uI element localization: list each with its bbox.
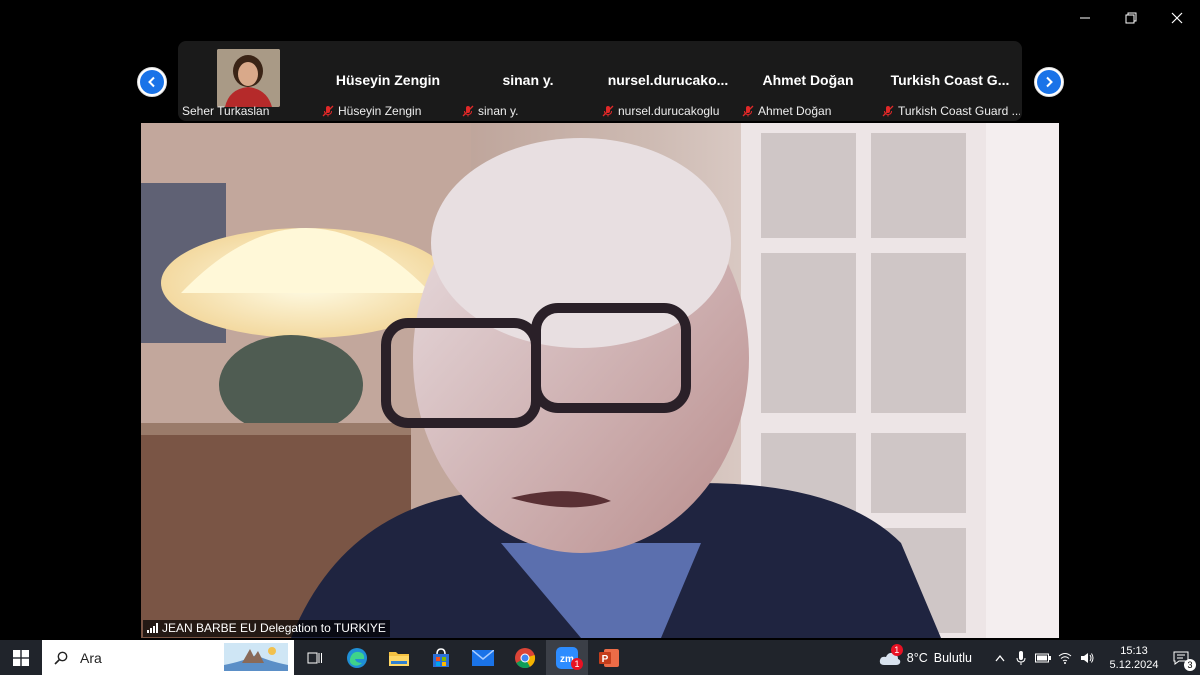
speaker-name: JEAN BARBE EU Delegation to TURKIYE xyxy=(162,621,386,635)
participant-tile[interactable]: sinan y. sinan y. xyxy=(458,41,598,121)
taskbar-app-edge[interactable] xyxy=(336,640,378,675)
participant-footer-name: Hüseyin Zengin xyxy=(338,104,422,118)
participant-footer: Seher Turkaslan xyxy=(182,104,316,118)
taskbar-app-chrome[interactable] xyxy=(504,640,546,675)
task-view-icon xyxy=(307,652,322,663)
search-highlight-icon xyxy=(224,643,288,671)
participant-avatar xyxy=(217,49,280,107)
muted-mic-icon xyxy=(882,105,894,117)
volume-tray-button[interactable] xyxy=(1076,640,1098,675)
speaker-name-label: JEAN BARBE EU Delegation to TURKIYE xyxy=(143,620,390,637)
search-placeholder: Ara xyxy=(80,649,102,666)
taskbar: Ara zm 1 P 1 8°C Bulutlu 15:13 5.12.2024… xyxy=(0,640,1200,675)
microphone-icon xyxy=(1016,650,1026,665)
close-icon xyxy=(1171,12,1183,24)
chevron-left-icon xyxy=(148,76,155,88)
battery-tray-button[interactable] xyxy=(1032,640,1054,675)
signal-strength-icon xyxy=(147,623,158,633)
close-button[interactable] xyxy=(1154,0,1200,36)
gallery-prev-button[interactable] xyxy=(137,67,167,97)
participant-footer-name: Seher Turkaslan xyxy=(182,104,270,118)
active-speaker-video[interactable]: JEAN BARBE EU Delegation to TURKIYE xyxy=(141,123,1059,638)
task-view-button[interactable] xyxy=(294,640,336,675)
taskbar-app-file-explorer[interactable] xyxy=(378,640,420,675)
gallery-next-button[interactable] xyxy=(1034,67,1064,97)
muted-mic-icon xyxy=(602,105,614,117)
participant-footer-name: sinan y. xyxy=(478,104,519,118)
participant-footer-name: Ahmet Doğan xyxy=(758,104,832,118)
participant-footer: sinan y. xyxy=(462,104,596,118)
show-hidden-icons-button[interactable] xyxy=(990,640,1010,675)
action-center-button[interactable]: 3 xyxy=(1162,640,1200,675)
participant-name: Turkish Coast G... xyxy=(890,72,1010,88)
taskbar-app-zoom[interactable]: zm 1 xyxy=(546,640,588,675)
start-button[interactable] xyxy=(0,640,42,675)
folder-icon xyxy=(389,651,409,666)
weather-condition: Bulutlu xyxy=(933,650,972,665)
participant-footer: Hüseyin Zengin xyxy=(322,104,456,118)
participant-tile[interactable]: Seher Turkaslan xyxy=(178,41,318,121)
participant-footer: nursel.durucakoglu xyxy=(602,104,736,118)
participant-tile[interactable]: Turkish Coast G... Turkish Coast Guard .… xyxy=(878,41,1022,121)
restore-icon xyxy=(1125,12,1137,24)
participant-name: sinan y. xyxy=(502,72,554,88)
wifi-tray-button[interactable] xyxy=(1054,640,1076,675)
video-frame-image xyxy=(141,123,1059,638)
battery-icon xyxy=(1035,653,1051,662)
participant-footer: Ahmet Doğan xyxy=(742,104,876,118)
windows-logo-icon xyxy=(13,649,29,666)
search-icon xyxy=(54,651,68,665)
taskbar-clock[interactable]: 15:13 5.12.2024 xyxy=(1106,644,1162,672)
chevron-up-icon xyxy=(995,654,1005,661)
speaker-volume-icon xyxy=(1081,652,1094,663)
minimize-button[interactable] xyxy=(1062,0,1108,36)
participant-name: nursel.durucako... xyxy=(607,72,729,88)
zoom-notification-badge: 1 xyxy=(571,658,583,670)
taskbar-app-mail[interactable] xyxy=(462,640,504,675)
mail-icon xyxy=(472,649,494,666)
svg-text:P: P xyxy=(602,654,609,665)
participant-tile[interactable]: Ahmet Doğan Ahmet Doğan xyxy=(738,41,878,121)
weather-temperature: 8°C xyxy=(906,650,928,665)
clock-date: 5.12.2024 xyxy=(1109,658,1159,671)
edge-icon xyxy=(347,647,367,668)
participant-tile[interactable]: nursel.durucako... nursel.durucakoglu xyxy=(598,41,738,121)
muted-mic-icon xyxy=(462,105,474,117)
restore-button[interactable] xyxy=(1108,0,1154,36)
participant-footer: Turkish Coast Guard ... xyxy=(882,104,1020,118)
participant-name: Hüseyin Zengin xyxy=(335,72,441,88)
participant-footer-name: nursel.durucakoglu xyxy=(618,104,720,118)
muted-mic-icon xyxy=(742,105,754,117)
chrome-icon xyxy=(515,647,536,668)
clock-time: 15:13 xyxy=(1120,644,1148,657)
system-tray: 1 8°C Bulutlu 15:13 5.12.2024 3 xyxy=(879,640,1200,675)
participant-footer-name: Turkish Coast Guard ... xyxy=(898,104,1020,118)
minimize-icon xyxy=(1080,17,1090,19)
participant-tile[interactable]: Hüseyin Zengin Hüseyin Zengin xyxy=(318,41,458,121)
window-controls xyxy=(1062,0,1200,36)
chevron-right-icon xyxy=(1046,76,1053,88)
taskbar-app-store[interactable] xyxy=(420,640,462,675)
muted-mic-icon xyxy=(322,105,334,117)
notification-count-badge: 3 xyxy=(1184,659,1196,671)
weather-alert-badge: 1 xyxy=(890,643,903,656)
wifi-icon xyxy=(1058,652,1072,664)
store-icon xyxy=(433,647,449,667)
taskbar-search-box[interactable]: Ara xyxy=(42,640,294,675)
microphone-tray-button[interactable] xyxy=(1010,640,1032,675)
weather-widget[interactable]: 1 8°C Bulutlu xyxy=(879,643,972,666)
participant-strip: Seher Turkaslan Hüseyin Zengin Hüseyin Z… xyxy=(178,41,1022,121)
taskbar-app-powerpoint[interactable]: P xyxy=(588,640,630,675)
participant-name: Ahmet Doğan xyxy=(762,72,854,88)
powerpoint-icon: P xyxy=(599,648,619,667)
